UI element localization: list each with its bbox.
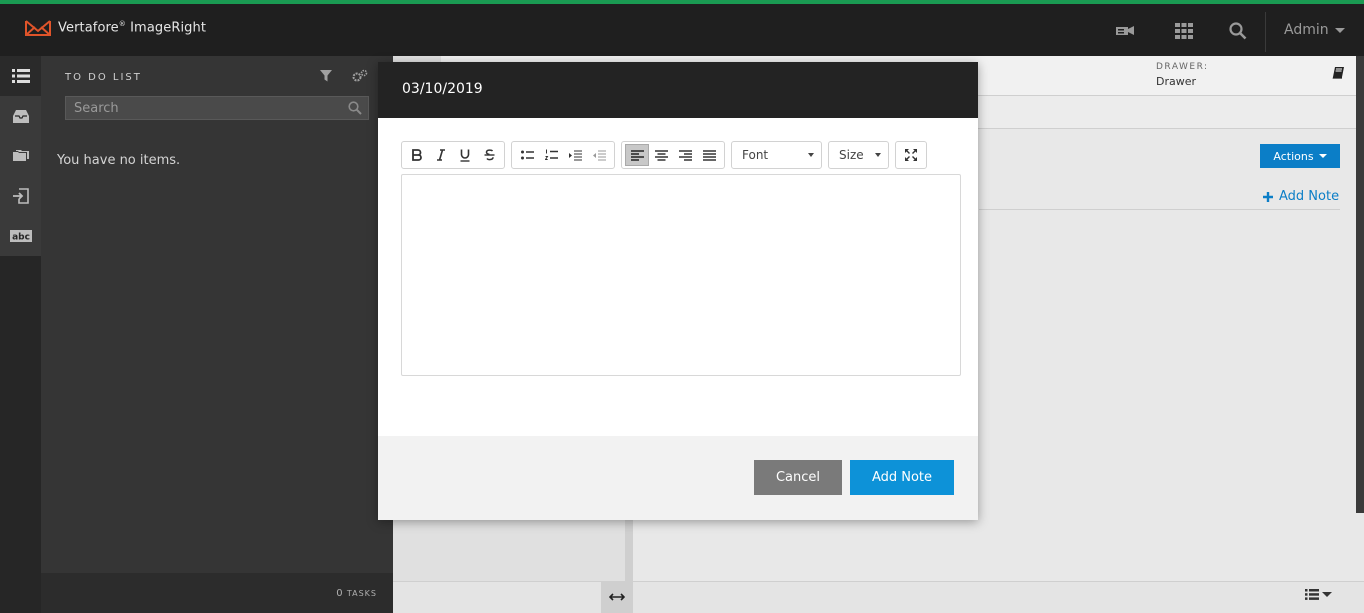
bullet-list-button[interactable]	[515, 144, 539, 166]
settings-gears-icon[interactable]	[352, 69, 368, 87]
search-icon[interactable]	[348, 101, 362, 119]
bold-icon	[412, 149, 422, 161]
app-logo[interactable]: Vertafore® ImageRight	[24, 18, 206, 38]
align-group	[621, 141, 725, 169]
align-left-button[interactable]	[625, 144, 649, 166]
underline-icon	[460, 149, 470, 162]
editor-toolbar: Font Size	[401, 141, 927, 169]
italic-button[interactable]	[429, 144, 453, 166]
align-left-icon	[630, 149, 644, 161]
svg-text:abc: abc	[12, 233, 30, 243]
header-divider	[1265, 12, 1266, 52]
numbered-list-button[interactable]	[539, 144, 563, 166]
plus-icon	[1263, 191, 1273, 202]
actions-button[interactable]: Actions	[1260, 144, 1340, 168]
user-menu[interactable]: Admin	[1284, 22, 1345, 38]
chevron-down-icon	[1322, 592, 1332, 597]
numbered-list-icon	[544, 149, 558, 160]
app-title: Vertafore® ImageRight	[58, 20, 207, 36]
add-note-link[interactable]: Add Note	[1263, 189, 1339, 204]
font-select-label: Font	[742, 148, 769, 162]
add-note-button[interactable]: Add Note	[850, 460, 954, 495]
chevron-down-icon	[808, 153, 814, 157]
outdent-button[interactable]	[587, 144, 611, 166]
align-center-icon	[654, 149, 668, 161]
user-menu-label: Admin	[1284, 22, 1329, 38]
chevron-down-icon	[1334, 27, 1345, 33]
dialog-footer: Cancel Add Note	[378, 436, 978, 520]
align-right-button[interactable]	[673, 144, 697, 166]
size-select-label: Size	[839, 148, 864, 162]
todo-search-input[interactable]	[66, 97, 368, 119]
bold-button[interactable]	[405, 144, 429, 166]
align-right-icon	[678, 149, 692, 161]
list-icon[interactable]	[0, 56, 41, 96]
page-scrollbar[interactable]	[1356, 56, 1364, 513]
align-center-button[interactable]	[649, 144, 673, 166]
todo-panel: TO DO LIST You have no items. 0 TASKS	[41, 56, 393, 613]
inbox-icon[interactable]	[0, 96, 41, 136]
apps-grid-icon[interactable]	[1173, 22, 1195, 40]
search-icon[interactable]	[1227, 22, 1249, 40]
todo-footer: 0 TASKS	[41, 573, 393, 613]
underline-button[interactable]	[453, 144, 477, 166]
folders-icon[interactable]	[0, 136, 41, 176]
actions-label: Actions	[1273, 149, 1314, 163]
todo-empty-message: You have no items.	[57, 153, 181, 168]
drawer-value: Drawer	[1156, 75, 1197, 88]
font-select[interactable]: Font	[731, 141, 822, 169]
todo-title: TO DO LIST	[65, 72, 142, 83]
bullet-list-icon	[520, 150, 534, 159]
add-note-link-label: Add Note	[1279, 189, 1340, 204]
expand-horizontal-icon[interactable]	[601, 581, 633, 613]
vertafore-logo-icon	[25, 20, 51, 36]
divider	[979, 209, 1340, 210]
list-group	[511, 141, 615, 169]
task-count-label: TASKS	[346, 589, 377, 598]
fullscreen-group	[895, 141, 927, 169]
filter-icon[interactable]	[320, 70, 332, 86]
workflow-icon[interactable]	[1114, 22, 1136, 40]
fullscreen-icon	[905, 149, 917, 161]
drawer-label: DRAWER:	[1156, 62, 1209, 72]
list-view-menu[interactable]	[1305, 589, 1332, 600]
outdent-icon	[592, 150, 606, 160]
todo-search	[65, 96, 369, 120]
italic-icon	[437, 149, 445, 161]
book-icon[interactable]	[1332, 67, 1344, 83]
align-justify-button[interactable]	[697, 144, 721, 166]
fullscreen-button[interactable]	[899, 144, 923, 166]
align-justify-icon	[702, 149, 716, 161]
main-footer	[393, 581, 1364, 613]
indent-button[interactable]	[563, 144, 587, 166]
chevron-down-icon	[875, 153, 881, 157]
chevron-down-icon	[1318, 154, 1327, 158]
abc-icon[interactable]: abc	[0, 216, 41, 256]
indent-icon	[568, 150, 582, 160]
dialog-title: 03/10/2019	[378, 62, 978, 118]
text-style-group	[401, 141, 505, 169]
strikethrough-button[interactable]	[477, 144, 501, 166]
left-rail: abc	[0, 56, 41, 613]
task-count-value: 0	[336, 588, 344, 599]
import-icon[interactable]	[0, 176, 41, 216]
list-icon	[1305, 589, 1319, 600]
strikethrough-icon	[484, 149, 494, 161]
note-editor[interactable]	[401, 174, 961, 376]
task-count: 0 TASKS	[336, 588, 377, 599]
cancel-button[interactable]: Cancel	[754, 460, 842, 495]
size-select[interactable]: Size	[828, 141, 889, 169]
top-bar: Vertafore® ImageRight Admin	[0, 0, 1364, 56]
add-note-dialog: 03/10/2019 Font Size Cancel Add Note	[378, 62, 978, 520]
